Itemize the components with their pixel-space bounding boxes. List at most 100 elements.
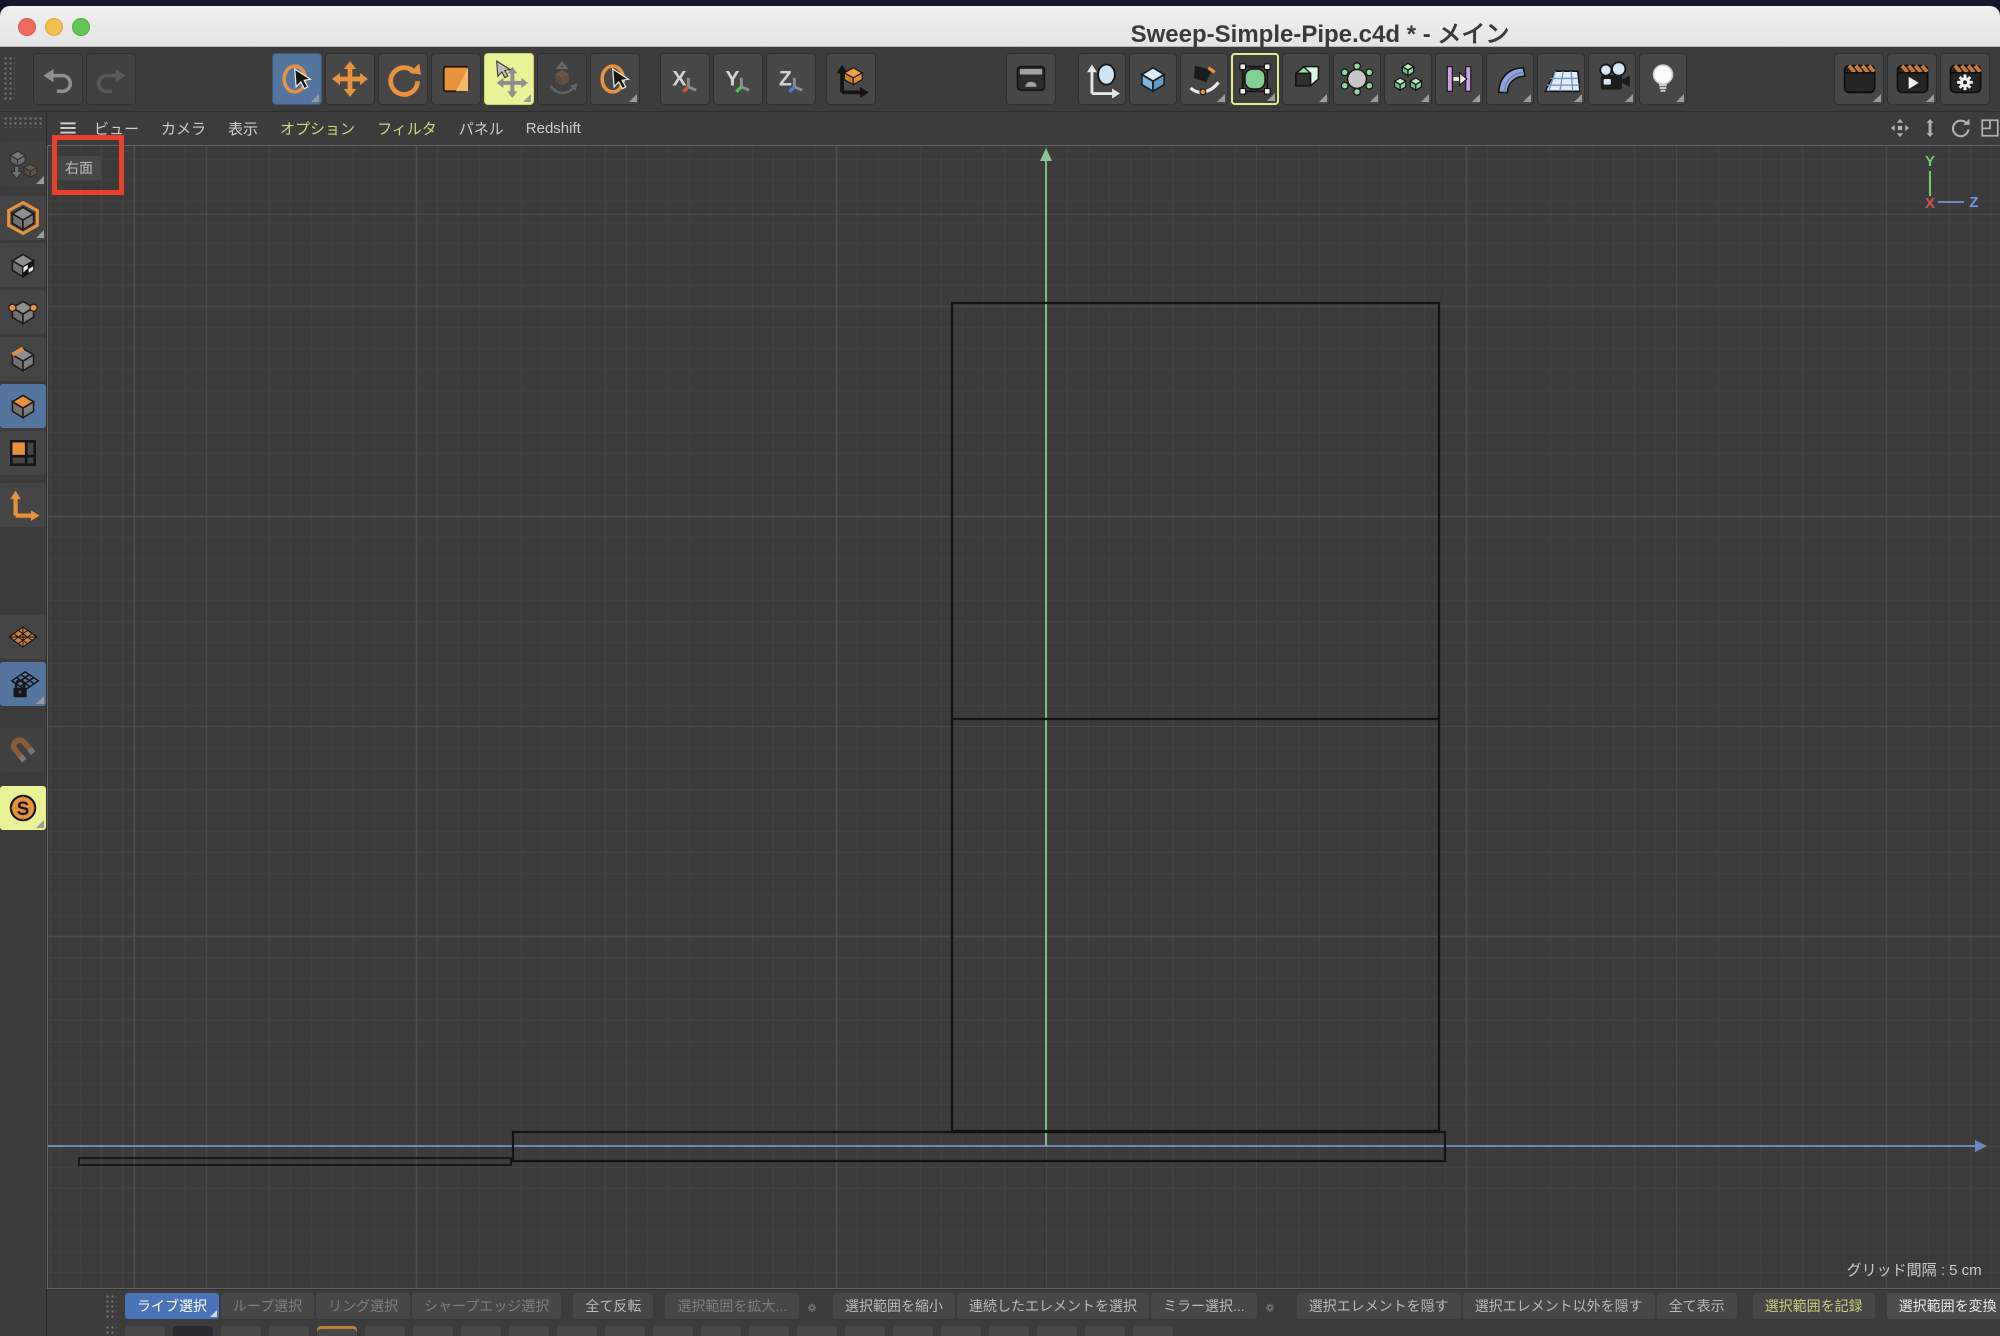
grid-interval-label: グリッド間隔 : 5 cm <box>1847 1259 1982 1280</box>
ring-selection-command[interactable]: リング選択 <box>316 1293 410 1319</box>
palette-icon-stub[interactable] <box>173 1326 213 1336</box>
selection-toolbar-drag-handle[interactable] <box>105 1294 117 1318</box>
primitive-cube-menu[interactable] <box>1129 53 1177 105</box>
spline-primitive-icon <box>1083 60 1121 98</box>
live-selection-tool[interactable] <box>272 53 322 105</box>
gear-icon[interactable] <box>1259 1293 1281 1319</box>
polygon-mode-button[interactable] <box>0 384 46 428</box>
workplane-mode-button[interactable] <box>0 615 46 659</box>
bottom-palette-drag-handle[interactable] <box>105 1325 117 1336</box>
move-tool[interactable] <box>325 53 375 105</box>
select-connected-command[interactable]: 連続したエレメントを選択 <box>957 1293 1149 1319</box>
palette-icon-stub[interactable] <box>1133 1326 1173 1336</box>
bend-deformer-menu[interactable] <box>1486 53 1534 105</box>
palette-icon-stub[interactable] <box>269 1326 309 1336</box>
ffd-deformer-menu[interactable] <box>1333 53 1381 105</box>
invert-all-command[interactable]: 全て反転 <box>573 1293 653 1319</box>
snap-toggle-button[interactable] <box>0 728 46 772</box>
palette-icon-stub[interactable] <box>701 1326 741 1336</box>
shrink-selection-command[interactable]: 選択範囲を縮小 <box>833 1293 955 1319</box>
redo-button[interactable] <box>86 53 136 105</box>
rotate-tool[interactable] <box>378 53 428 105</box>
camera-menu[interactable] <box>1588 53 1636 105</box>
sidebar-drag-handle[interactable] <box>3 116 43 128</box>
dolly-view-button[interactable] <box>1917 116 1943 140</box>
gear-icon[interactable] <box>801 1293 823 1319</box>
palette-icon-stub[interactable] <box>1085 1326 1125 1336</box>
z-axis-lock[interactable]: Z <box>766 53 816 105</box>
render-view-button[interactable] <box>1006 53 1056 105</box>
spline-primitive-menu[interactable] <box>1078 53 1126 105</box>
pan-view-button[interactable] <box>1887 116 1913 140</box>
x-axis-lock[interactable]: X <box>660 53 710 105</box>
palette-icon-stub[interactable] <box>845 1326 885 1336</box>
toolbar-drag-handle[interactable] <box>3 56 15 102</box>
lock-workplane-icon <box>5 666 41 702</box>
edge-mode-button[interactable] <box>0 337 46 381</box>
quantize-snap-button[interactable]: S <box>0 786 46 830</box>
record-selection-command[interactable]: 選択範囲を記録 <box>1753 1293 1875 1319</box>
scale-tool[interactable] <box>431 53 481 105</box>
render-active-view-button[interactable] <box>1834 53 1884 105</box>
unhide-all-command[interactable]: 全て表示 <box>1657 1293 1737 1319</box>
enable-axis-button[interactable] <box>0 483 46 527</box>
spline-effector-menu[interactable] <box>1435 53 1483 105</box>
subdivision-surface-menu[interactable] <box>1231 53 1279 105</box>
palette-icon-stub[interactable] <box>125 1326 165 1336</box>
y-axis-lock[interactable]: Y <box>713 53 763 105</box>
undo-button[interactable] <box>33 53 83 105</box>
selection-tool-slot[interactable] <box>590 53 640 105</box>
render-picture-viewer-button[interactable] <box>1887 53 1937 105</box>
palette-icon-stub[interactable] <box>653 1326 693 1336</box>
texture-mode-button[interactable] <box>0 243 46 287</box>
array-clone-menu[interactable] <box>1384 53 1432 105</box>
palette-icon-stub[interactable] <box>413 1326 453 1336</box>
light-menu[interactable] <box>1639 53 1687 105</box>
render-settings-button[interactable] <box>1940 53 1990 105</box>
menu-redshift[interactable]: Redshift <box>515 120 592 137</box>
palette-icon-stub[interactable] <box>317 1326 357 1336</box>
viewport[interactable]: YXZ 右面 グリッド間隔 : 5 cm <box>47 145 2000 1289</box>
palette-icon-stub[interactable] <box>221 1326 261 1336</box>
extrude-generator-menu[interactable] <box>1282 53 1330 105</box>
model-mode-button[interactable] <box>0 196 46 240</box>
zoom-button[interactable] <box>72 18 90 36</box>
palette-icon-stub[interactable] <box>941 1326 981 1336</box>
live-selection-command[interactable]: ライブ選択 <box>125 1293 219 1319</box>
hide-selected-command[interactable]: 選択エレメントを隠す <box>1297 1293 1461 1319</box>
palette-icon-stub[interactable] <box>1037 1326 1077 1336</box>
menu-camera[interactable]: カメラ <box>150 118 217 139</box>
palette-icon-stub[interactable] <box>893 1326 933 1336</box>
uv-mode-button[interactable] <box>0 431 46 475</box>
menu-panel[interactable]: パネル <box>448 118 515 139</box>
grow-selection-command[interactable]: 選択範囲を拡大... <box>665 1293 799 1319</box>
orbit-view-button[interactable] <box>1947 116 1973 140</box>
point-mode-button[interactable] <box>0 290 46 334</box>
simulation-tool[interactable] <box>537 53 587 105</box>
palette-icon-stub[interactable] <box>365 1326 405 1336</box>
palette-icon-stub[interactable] <box>557 1326 597 1336</box>
menu-filter[interactable]: フィルタ <box>366 118 448 139</box>
palette-icon-stub[interactable] <box>509 1326 549 1336</box>
coordinate-system-toggle[interactable] <box>826 53 876 105</box>
palette-icon-stub[interactable] <box>605 1326 645 1336</box>
make-editable-button[interactable] <box>0 142 46 186</box>
palette-icon-stub[interactable] <box>989 1326 1029 1336</box>
hide-unselected-command[interactable]: 選択エレメント以外を隠す <box>1463 1293 1655 1319</box>
menu-display[interactable]: 表示 <box>217 118 269 139</box>
minimize-button[interactable] <box>45 18 63 36</box>
palette-icon-stub[interactable] <box>461 1326 501 1336</box>
active-move-tool[interactable] <box>484 53 534 105</box>
close-button[interactable] <box>18 18 36 36</box>
lock-workplane-button[interactable] <box>0 662 46 706</box>
mirror-selection-command[interactable]: ミラー選択... <box>1151 1293 1257 1319</box>
pen-spline-menu[interactable] <box>1180 53 1228 105</box>
palette-icon-stub[interactable] <box>749 1326 789 1336</box>
menu-options[interactable]: オプション <box>269 118 366 139</box>
sharp-edge-selection-command[interactable]: シャープエッジ選択 <box>412 1293 561 1319</box>
palette-icon-stub[interactable] <box>797 1326 837 1336</box>
convert-selection-command[interactable]: 選択範囲を変換 <box>1887 1293 2000 1319</box>
toggle-view-layout-button[interactable] <box>1977 116 2000 140</box>
loop-selection-command[interactable]: ループ選択 <box>221 1293 314 1319</box>
floor-environment-menu[interactable] <box>1537 53 1585 105</box>
